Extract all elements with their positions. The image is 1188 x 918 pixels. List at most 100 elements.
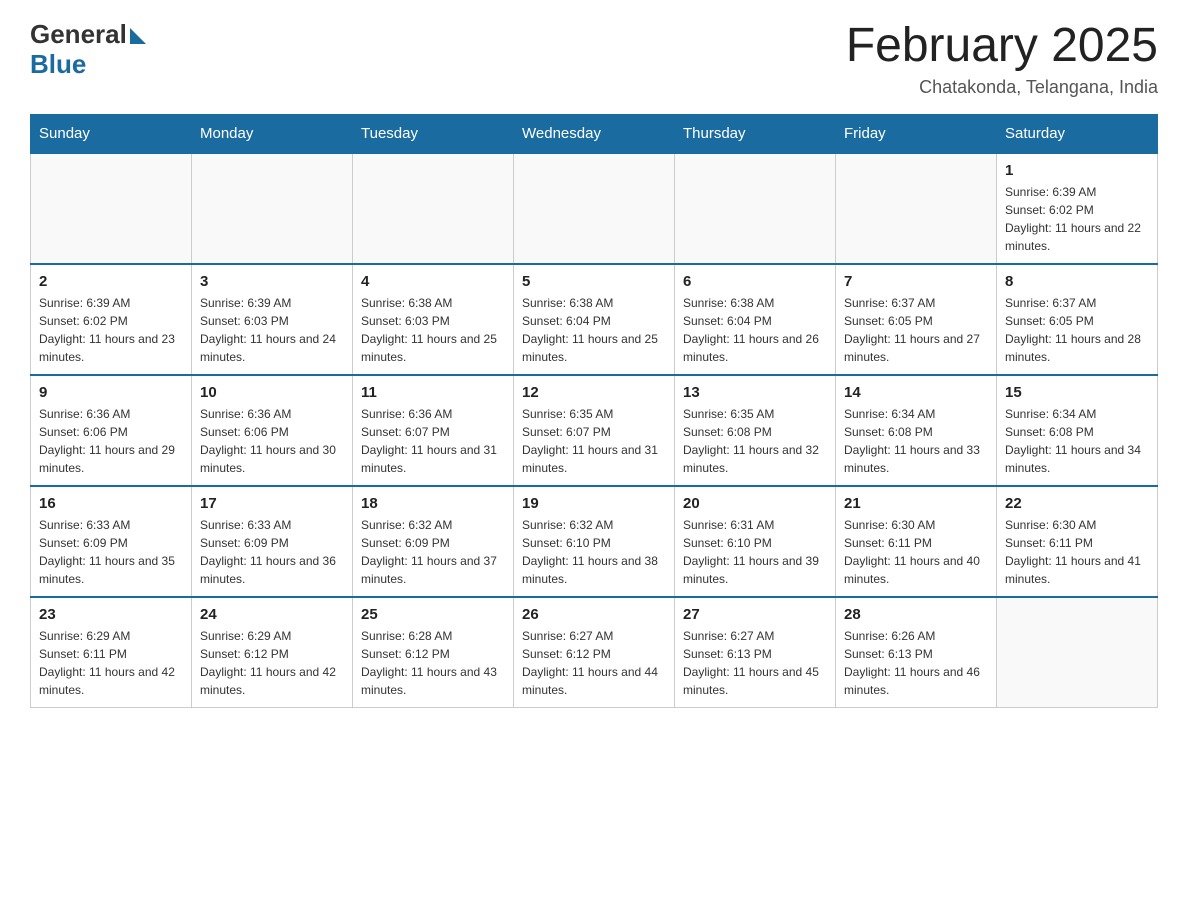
day-number: 16 — [39, 495, 183, 512]
day-info: Sunrise: 6:36 AM Sunset: 6:06 PM Dayligh… — [39, 405, 183, 477]
day-number: 23 — [39, 606, 183, 623]
calendar-cell: 10 Sunrise: 6:36 AM Sunset: 6:06 PM Dayli… — [192, 375, 353, 486]
calendar-cell: 16 Sunrise: 6:33 AM Sunset: 6:09 PM Dayli… — [31, 486, 192, 597]
day-number: 3 — [200, 273, 344, 290]
day-info: Sunrise: 6:35 AM Sunset: 6:07 PM Dayligh… — [522, 405, 666, 477]
calendar-cell: 11 Sunrise: 6:36 AM Sunset: 6:07 PM Dayli… — [353, 375, 514, 486]
day-info: Sunrise: 6:28 AM Sunset: 6:12 PM Dayligh… — [361, 627, 505, 699]
calendar-cell: 13 Sunrise: 6:35 AM Sunset: 6:08 PM Dayli… — [675, 375, 836, 486]
calendar-cell: 8Sunrise: 6:37 AM Sunset: 6:05 PM Daylig… — [997, 264, 1158, 375]
month-title: February 2025 — [846, 20, 1158, 73]
day-info: Sunrise: 6:32 AM Sunset: 6:09 PM Dayligh… — [361, 516, 505, 588]
day-info: Sunrise: 6:27 AM Sunset: 6:12 PM Dayligh… — [522, 627, 666, 699]
calendar-cell: 23 Sunrise: 6:29 AM Sunset: 6:11 PM Dayli… — [31, 597, 192, 708]
day-info: Sunrise: 6:39 AM Sunset: 6:03 PM Dayligh… — [200, 294, 344, 366]
day-info: Sunrise: 6:29 AM Sunset: 6:11 PM Dayligh… — [39, 627, 183, 699]
calendar-cell: 19 Sunrise: 6:32 AM Sunset: 6:10 PM Dayli… — [514, 486, 675, 597]
title-area: February 2025 Chatakonda, Telangana, Ind… — [846, 20, 1158, 98]
day-info: Sunrise: 6:39 AM Sunset: 6:02 PM Dayligh… — [1005, 183, 1149, 255]
calendar-cell: 1 Sunrise: 6:39 AM Sunset: 6:02 PM Daylig… — [997, 153, 1158, 264]
day-number: 22 — [1005, 495, 1149, 512]
day-info: Sunrise: 6:27 AM Sunset: 6:13 PM Dayligh… — [683, 627, 827, 699]
day-number: 4 — [361, 273, 505, 290]
day-info: Sunrise: 6:30 AM Sunset: 6:11 PM Dayligh… — [844, 516, 988, 588]
header-sunday: Sunday — [31, 114, 192, 153]
day-number: 21 — [844, 495, 988, 512]
day-number: 2 — [39, 273, 183, 290]
calendar-cell: 28 Sunrise: 6:26 AM Sunset: 6:13 PM Dayli… — [836, 597, 997, 708]
header-saturday: Saturday — [997, 114, 1158, 153]
header: General Blue February 2025 Chatakonda, T… — [30, 20, 1158, 98]
calendar-cell — [31, 153, 192, 264]
calendar-cell: 3 Sunrise: 6:39 AM Sunset: 6:03 PM Daylig… — [192, 264, 353, 375]
day-info: Sunrise: 6:34 AM Sunset: 6:08 PM Dayligh… — [844, 405, 988, 477]
calendar-cell — [836, 153, 997, 264]
day-info: Sunrise: 6:36 AM Sunset: 6:06 PM Dayligh… — [200, 405, 344, 477]
day-number: 18 — [361, 495, 505, 512]
logo-blue-row: Blue — [30, 49, 146, 80]
calendar-cell: 25 Sunrise: 6:28 AM Sunset: 6:12 PM Dayli… — [353, 597, 514, 708]
location-subtitle: Chatakonda, Telangana, India — [846, 77, 1158, 98]
day-number: 28 — [844, 606, 988, 623]
day-number: 10 — [200, 384, 344, 401]
day-number: 1 — [1005, 162, 1149, 179]
calendar-cell — [997, 597, 1158, 708]
weekday-header-row: Sunday Monday Tuesday Wednesday Thursday… — [31, 114, 1158, 153]
calendar-cell — [353, 153, 514, 264]
calendar-week-row: 23 Sunrise: 6:29 AM Sunset: 6:11 PM Dayli… — [31, 597, 1158, 708]
calendar-week-row: 1 Sunrise: 6:39 AM Sunset: 6:02 PM Daylig… — [31, 153, 1158, 264]
header-friday: Friday — [836, 114, 997, 153]
day-info: Sunrise: 6:38 AM Sunset: 6:03 PM Dayligh… — [361, 294, 505, 366]
day-info: Sunrise: 6:30 AM Sunset: 6:11 PM Dayligh… — [1005, 516, 1149, 588]
calendar-cell — [675, 153, 836, 264]
calendar-cell — [514, 153, 675, 264]
logo-general-text: General — [30, 20, 146, 49]
day-info: Sunrise: 6:38 AM Sunset: 6:04 PM Dayligh… — [522, 294, 666, 366]
day-number: 13 — [683, 384, 827, 401]
calendar-cell: 6 Sunrise: 6:38 AM Sunset: 6:04 PM Daylig… — [675, 264, 836, 375]
day-number: 11 — [361, 384, 505, 401]
calendar-cell: 18 Sunrise: 6:32 AM Sunset: 6:09 PM Dayli… — [353, 486, 514, 597]
calendar-cell: 2 Sunrise: 6:39 AM Sunset: 6:02 PM Daylig… — [31, 264, 192, 375]
header-thursday: Thursday — [675, 114, 836, 153]
day-number: 5 — [522, 273, 666, 290]
calendar-cell: 9 Sunrise: 6:36 AM Sunset: 6:06 PM Daylig… — [31, 375, 192, 486]
calendar-table: Sunday Monday Tuesday Wednesday Thursday… — [30, 114, 1158, 708]
header-monday: Monday — [192, 114, 353, 153]
calendar-week-row: 9 Sunrise: 6:36 AM Sunset: 6:06 PM Daylig… — [31, 375, 1158, 486]
day-info: Sunrise: 6:31 AM Sunset: 6:10 PM Dayligh… — [683, 516, 827, 588]
day-info: Sunrise: 6:37 AM Sunset: 6:05 PM Dayligh… — [844, 294, 988, 366]
day-number: 6 — [683, 273, 827, 290]
calendar-cell: 27Sunrise: 6:27 AM Sunset: 6:13 PM Dayli… — [675, 597, 836, 708]
day-number: 14 — [844, 384, 988, 401]
day-info: Sunrise: 6:33 AM Sunset: 6:09 PM Dayligh… — [39, 516, 183, 588]
day-number: 19 — [522, 495, 666, 512]
calendar-cell: 22 Sunrise: 6:30 AM Sunset: 6:11 PM Dayli… — [997, 486, 1158, 597]
calendar-cell: 7Sunrise: 6:37 AM Sunset: 6:05 PM Daylig… — [836, 264, 997, 375]
day-info: Sunrise: 6:35 AM Sunset: 6:08 PM Dayligh… — [683, 405, 827, 477]
day-info: Sunrise: 6:34 AM Sunset: 6:08 PM Dayligh… — [1005, 405, 1149, 477]
day-number: 15 — [1005, 384, 1149, 401]
day-info: Sunrise: 6:38 AM Sunset: 6:04 PM Dayligh… — [683, 294, 827, 366]
day-info: Sunrise: 6:39 AM Sunset: 6:02 PM Dayligh… — [39, 294, 183, 366]
day-info: Sunrise: 6:36 AM Sunset: 6:07 PM Dayligh… — [361, 405, 505, 477]
day-number: 20 — [683, 495, 827, 512]
day-number: 9 — [39, 384, 183, 401]
calendar-cell: 4 Sunrise: 6:38 AM Sunset: 6:03 PM Daylig… — [353, 264, 514, 375]
calendar-week-row: 2 Sunrise: 6:39 AM Sunset: 6:02 PM Daylig… — [31, 264, 1158, 375]
day-number: 25 — [361, 606, 505, 623]
calendar-cell: 26 Sunrise: 6:27 AM Sunset: 6:12 PM Dayli… — [514, 597, 675, 708]
logo-blue-text: Blue — [30, 49, 86, 80]
calendar-cell: 24Sunrise: 6:29 AM Sunset: 6:12 PM Dayli… — [192, 597, 353, 708]
day-info: Sunrise: 6:33 AM Sunset: 6:09 PM Dayligh… — [200, 516, 344, 588]
day-info: Sunrise: 6:37 AM Sunset: 6:05 PM Dayligh… — [1005, 294, 1149, 366]
logo: General Blue — [30, 20, 146, 80]
day-info: Sunrise: 6:32 AM Sunset: 6:10 PM Dayligh… — [522, 516, 666, 588]
calendar-cell: 14 Sunrise: 6:34 AM Sunset: 6:08 PM Dayli… — [836, 375, 997, 486]
day-number: 24 — [200, 606, 344, 623]
day-number: 17 — [200, 495, 344, 512]
day-number: 26 — [522, 606, 666, 623]
calendar-cell: 12Sunrise: 6:35 AM Sunset: 6:07 PM Dayli… — [514, 375, 675, 486]
calendar-cell: 5 Sunrise: 6:38 AM Sunset: 6:04 PM Daylig… — [514, 264, 675, 375]
day-info: Sunrise: 6:26 AM Sunset: 6:13 PM Dayligh… — [844, 627, 988, 699]
